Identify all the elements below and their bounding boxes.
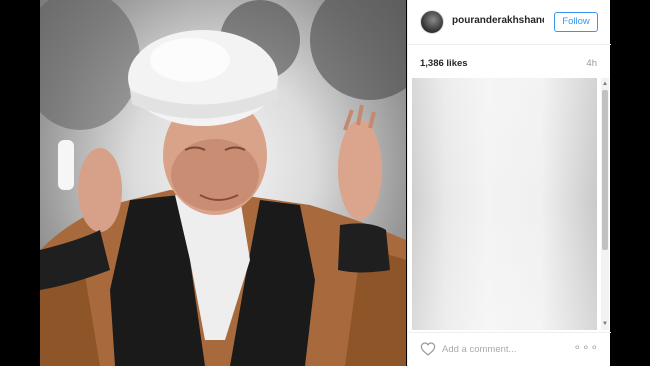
more-options-icon[interactable]: ∘∘∘	[573, 340, 599, 354]
post-timestamp[interactable]: 4h	[586, 58, 597, 69]
profile-avatar[interactable]	[420, 10, 444, 34]
heart-icon[interactable]	[420, 341, 436, 357]
comments-area-blurred	[412, 78, 597, 330]
scroll-up-arrow-icon[interactable]: ▲	[601, 80, 609, 88]
photo-illustration	[40, 0, 406, 366]
post-footer: ∘∘∘	[408, 332, 611, 366]
scroll-down-arrow-icon[interactable]: ▼	[601, 320, 609, 328]
post-meta: 1,386 likes 4h	[408, 46, 611, 76]
post-sidebar: pouranderakhshand... Follow 1,386 likes …	[407, 0, 611, 366]
username-link[interactable]: pouranderakhshand...	[452, 15, 544, 26]
post-modal: pouranderakhshand... Follow 1,386 likes …	[0, 0, 650, 366]
comments-scrollbar[interactable]: ▲ ▼	[601, 78, 609, 330]
post-photo[interactable]	[40, 0, 406, 366]
follow-button[interactable]: Follow	[554, 12, 598, 32]
post-header: pouranderakhshand... Follow	[408, 0, 611, 45]
comment-input[interactable]	[442, 341, 572, 357]
likes-count[interactable]: 1,386 likes	[420, 58, 468, 69]
scroll-thumb[interactable]	[602, 90, 608, 250]
